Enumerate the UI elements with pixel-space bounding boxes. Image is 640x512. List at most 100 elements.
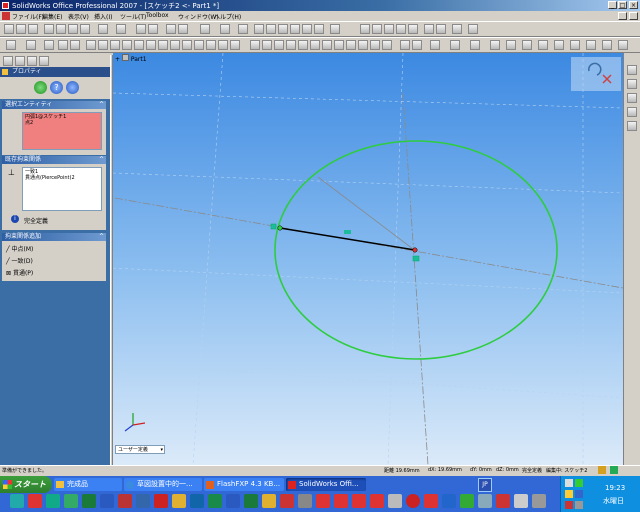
select-icon[interactable] bbox=[136, 24, 146, 34]
move-tool-icon[interactable] bbox=[298, 40, 308, 50]
quick-snaps-icon[interactable] bbox=[412, 40, 422, 50]
split-entities-icon[interactable] bbox=[538, 40, 548, 50]
app-logo-icon[interactable] bbox=[2, 2, 9, 9]
menu-toolbox[interactable]: Toolbox bbox=[146, 12, 169, 19]
line-tool-icon[interactable] bbox=[86, 40, 96, 50]
smart-dimension-icon[interactable] bbox=[26, 40, 36, 50]
quicklaunch-app-icon[interactable] bbox=[478, 494, 492, 508]
configuration-manager-tab-icon[interactable] bbox=[27, 56, 37, 66]
sketch-fillet-icon[interactable] bbox=[570, 40, 580, 50]
quicklaunch-app-icon[interactable] bbox=[118, 494, 132, 508]
menu-tools[interactable]: ツール(T) bbox=[120, 12, 146, 21]
measure-icon[interactable] bbox=[200, 24, 210, 34]
quicklaunch-solidworks-icon[interactable] bbox=[370, 494, 384, 508]
property-manager-tab-icon[interactable] bbox=[15, 56, 25, 66]
doc-restore-button[interactable] bbox=[618, 12, 627, 20]
rebuild-status-icon[interactable] bbox=[598, 466, 606, 474]
quicklaunch-app-icon[interactable] bbox=[442, 494, 456, 508]
repair-sketch-icon[interactable] bbox=[400, 40, 410, 50]
check-sketch-icon[interactable] bbox=[602, 40, 612, 50]
hidden-lines-removed-icon[interactable] bbox=[384, 24, 394, 34]
collapse-chevron-icon[interactable]: ^ bbox=[99, 156, 104, 164]
dimxpert-tab-icon[interactable] bbox=[39, 56, 49, 66]
file-properties-icon[interactable] bbox=[178, 24, 188, 34]
quicklaunch-solidworks-icon[interactable] bbox=[334, 494, 348, 508]
collapse-chevron-icon[interactable]: ^ bbox=[99, 101, 104, 109]
extend-tool-icon[interactable] bbox=[262, 40, 272, 50]
menu-view[interactable]: 表示(V) bbox=[68, 12, 89, 21]
zoom-area-icon[interactable] bbox=[266, 24, 276, 34]
tree-part-label[interactable]: Part1 bbox=[131, 56, 147, 63]
point-tool-icon[interactable] bbox=[206, 40, 216, 50]
construction-geometry-icon[interactable] bbox=[554, 40, 564, 50]
existing-relations-header[interactable]: 既存拘束関係 ^ bbox=[2, 156, 106, 164]
rotate-tool-icon[interactable] bbox=[310, 40, 320, 50]
hidden-lines-visible-icon[interactable] bbox=[372, 24, 382, 34]
maximize-button[interactable]: □ bbox=[618, 1, 627, 9]
layer-icon[interactable] bbox=[490, 40, 500, 50]
menu-edit[interactable]: 編集(E) bbox=[42, 12, 62, 21]
quicklaunch-app-icon[interactable] bbox=[28, 494, 42, 508]
copy-entity-icon[interactable] bbox=[334, 40, 344, 50]
start-button[interactable]: スタート bbox=[0, 476, 52, 493]
help-icon[interactable] bbox=[220, 24, 230, 34]
list-item[interactable]: 貫通点(PiercePoint)2 bbox=[25, 175, 99, 181]
menu-insert[interactable]: 挿入(I) bbox=[94, 12, 112, 21]
taskbar-button-flashfxp[interactable]: FlashFXP 4.3 KB... bbox=[204, 478, 284, 491]
view-palette-icon[interactable] bbox=[627, 121, 637, 131]
quicklaunch-app-icon[interactable] bbox=[208, 494, 222, 508]
quicklaunch-pdf-icon[interactable] bbox=[154, 494, 168, 508]
spline-tool-icon[interactable] bbox=[194, 40, 204, 50]
quicklaunch-word-icon[interactable] bbox=[100, 494, 114, 508]
linear-pattern-icon[interactable] bbox=[346, 40, 356, 50]
evaluate-icon[interactable] bbox=[618, 40, 628, 50]
selected-entities-list[interactable]: 円弧1@スケッチ1 点2 bbox=[22, 112, 102, 150]
chevron-down-icon[interactable]: ▾ bbox=[160, 446, 163, 455]
menu-window[interactable]: ウィンドウ(W) bbox=[178, 12, 219, 21]
shaded-edges-icon[interactable] bbox=[396, 24, 406, 34]
selected-entities-header[interactable]: 選択エンティティ ^ bbox=[2, 101, 106, 109]
redo-icon[interactable] bbox=[116, 24, 126, 34]
mirror-tool-icon[interactable] bbox=[286, 40, 296, 50]
open-icon[interactable] bbox=[16, 24, 26, 34]
pan-view-icon[interactable] bbox=[314, 24, 324, 34]
quicklaunch-solidworks-icon[interactable] bbox=[352, 494, 366, 508]
quicklaunch-app-icon[interactable] bbox=[190, 494, 204, 508]
quicklaunch-app-icon[interactable] bbox=[496, 494, 510, 508]
quicklaunch-app-icon[interactable] bbox=[226, 494, 240, 508]
circular-pattern-icon[interactable] bbox=[358, 40, 368, 50]
scale-tool-icon[interactable] bbox=[322, 40, 332, 50]
tray-icon[interactable] bbox=[565, 490, 573, 498]
collapse-chevron-icon[interactable]: ^ bbox=[99, 233, 104, 241]
parallelogram-tool-icon[interactable] bbox=[110, 40, 120, 50]
quicklaunch-app-icon[interactable] bbox=[532, 494, 546, 508]
new-icon[interactable] bbox=[4, 24, 14, 34]
doc-close-button[interactable] bbox=[629, 12, 638, 20]
quicklaunch-app-icon[interactable] bbox=[280, 494, 294, 508]
quicklaunch-excel-icon[interactable] bbox=[82, 494, 96, 508]
quicklaunch-app-icon[interactable] bbox=[298, 494, 312, 508]
sketch-canvas[interactable] bbox=[113, 53, 623, 465]
blocks-icon[interactable] bbox=[450, 40, 460, 50]
midpoint-marker-icon[interactable] bbox=[344, 230, 351, 234]
display-relations-icon[interactable] bbox=[382, 40, 392, 50]
tray-icon[interactable] bbox=[565, 479, 573, 487]
feature-tree-flyout[interactable]: + Part1 bbox=[115, 54, 147, 63]
grid-icon[interactable] bbox=[430, 40, 440, 50]
quick-tips-icon[interactable] bbox=[610, 466, 618, 474]
tray-icon[interactable] bbox=[575, 490, 583, 498]
convert-entities-icon[interactable] bbox=[506, 40, 516, 50]
ellipse-tool-icon[interactable] bbox=[182, 40, 192, 50]
taskbar-button-solidworks[interactable]: SolidWorks Offi... bbox=[286, 478, 366, 491]
paste-icon[interactable] bbox=[80, 24, 90, 34]
add-relations-header[interactable]: 拘束関係追加 ^ bbox=[2, 233, 106, 241]
relation-marker-icon[interactable] bbox=[270, 223, 277, 230]
taskbar-button-ie[interactable]: 草図設置中的一... bbox=[124, 478, 202, 491]
options-icon[interactable] bbox=[166, 24, 176, 34]
quicklaunch-app-icon[interactable] bbox=[406, 494, 420, 508]
language-indicator[interactable]: JP bbox=[478, 478, 492, 492]
sketch-icon[interactable] bbox=[6, 40, 16, 50]
view-orientation-select[interactable]: ユーザー定義 ▾ bbox=[115, 445, 165, 454]
print-icon[interactable] bbox=[44, 24, 54, 34]
centerline-tool-icon[interactable] bbox=[218, 40, 228, 50]
